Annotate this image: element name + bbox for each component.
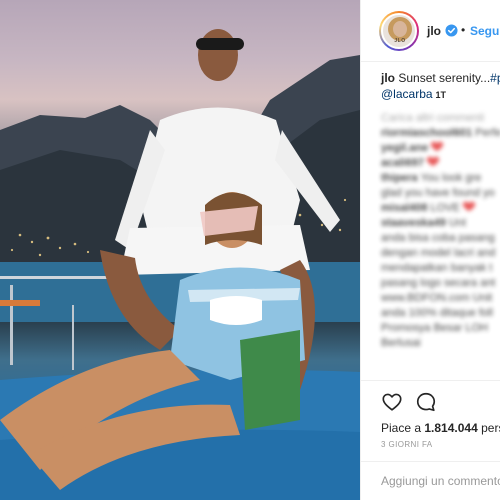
add-comment-bar <box>361 461 500 499</box>
comment-item: pasang logo secara ant <box>381 277 496 289</box>
comment-item: thipera You look gre <box>381 172 482 184</box>
post-actions: Piace a 1.814.044 perso 3 GIORNI FA <box>361 380 500 498</box>
post-photo[interactable] <box>0 0 360 500</box>
comment-item: misal408 LOVE <box>381 202 500 217</box>
header-username[interactable]: jlo <box>427 24 441 38</box>
post-header: JLO jlo • Segui <box>361 0 500 62</box>
load-more-comments[interactable]: Carica altri commenti <box>381 112 500 127</box>
heart-emoji-icon <box>428 157 438 166</box>
comments-list: Carica altri commenti riormiaschool601 P… <box>381 112 500 352</box>
caption-username[interactable]: jlo <box>381 71 395 85</box>
comment-item: anda 100% ditaque foll <box>381 307 493 319</box>
photo-illustration <box>0 29 360 500</box>
avatar-image: JLO <box>381 13 417 49</box>
post-caption: jlo Sunset serenity...#p @lacarba1T <box>381 70 500 103</box>
caption-text: Sunset serenity... <box>398 71 491 85</box>
comment-bubble-icon[interactable] <box>415 391 437 413</box>
heart-outline-icon[interactable] <box>381 391 403 413</box>
avatar[interactable]: JLO <box>379 11 419 51</box>
comment-item: Promosya Besar LOH <box>381 322 488 334</box>
add-comment-input[interactable] <box>381 472 500 490</box>
comment-item: acali697 <box>381 157 500 172</box>
verified-badge-icon <box>445 24 458 37</box>
avatar-face <box>393 21 407 37</box>
post-side-panel: JLO jlo • Segui jlo Sunset serenity...#p… <box>360 0 500 500</box>
comment-item: riormiaschool601 Perfe <box>381 127 500 139</box>
comment-item: dengan model lacri and <box>381 247 496 259</box>
comment-item: mendapatkan banyak t <box>381 262 493 274</box>
avatar-label: JLO <box>394 38 406 44</box>
heart-emoji-icon <box>432 142 442 151</box>
caption-hashtag[interactable]: #p <box>490 71 500 85</box>
caption-edited-time: 1T <box>435 90 447 100</box>
follow-button[interactable]: Segui <box>470 24 500 38</box>
comment-item: Berlusai <box>381 337 421 349</box>
follow-separator: • <box>461 23 466 37</box>
comment-item: yegil.ane <box>381 142 500 157</box>
likes-count[interactable]: Piace a 1.814.044 perso <box>381 421 500 435</box>
comment-item: glad you have found yo <box>381 187 495 199</box>
heart-emoji-icon <box>464 202 474 211</box>
post-time-ago: 3 GIORNI FA <box>381 440 433 449</box>
comment-item: www.BDFON.com Unit <box>381 292 493 304</box>
comment-item: staaveska49 Unt <box>381 217 467 229</box>
caption-mention[interactable]: @lacarba <box>381 87 433 101</box>
comment-item: anda bisa coba pasang <box>381 232 495 244</box>
